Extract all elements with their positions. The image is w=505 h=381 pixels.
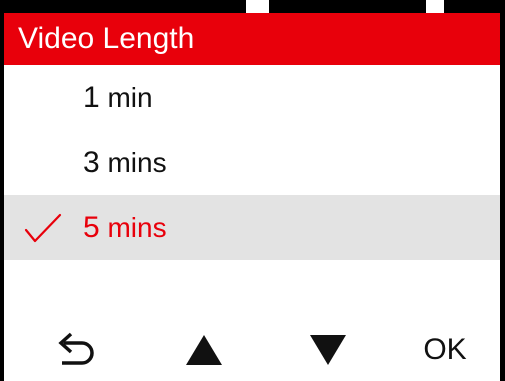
down-triangle-icon <box>310 334 346 365</box>
back-button[interactable] <box>48 318 108 381</box>
page-title: Video Length <box>18 22 195 55</box>
option-1-min[interactable]: 1 min <box>4 65 500 130</box>
back-arrow-icon <box>58 332 94 365</box>
option-3-mins[interactable]: 3 mins <box>4 130 500 195</box>
option-unit: mins <box>99 211 167 243</box>
option-unit: mins <box>99 146 167 178</box>
option-number: 5 <box>83 210 100 244</box>
option-label: 1 min <box>83 80 153 114</box>
top-border <box>0 0 505 13</box>
option-label: 3 mins <box>83 145 167 179</box>
top-border-gap <box>246 0 269 13</box>
menu-header: Video Length <box>4 13 500 65</box>
option-5-mins[interactable]: 5 mins <box>4 195 500 260</box>
right-border <box>500 0 505 381</box>
ok-button[interactable]: OK <box>410 318 480 381</box>
video-length-options: 1 min 3 mins 5 mins <box>4 65 500 260</box>
checkmark-icon <box>24 213 62 243</box>
up-button[interactable] <box>176 318 232 381</box>
down-button[interactable] <box>300 318 356 381</box>
option-label: 5 mins <box>83 210 167 244</box>
option-number: 1 <box>83 80 100 114</box>
top-border-gap <box>426 0 444 13</box>
up-triangle-icon <box>186 334 222 365</box>
option-number: 3 <box>83 145 100 179</box>
button-hint-bar: OK <box>4 318 500 381</box>
ok-label: OK <box>423 332 467 366</box>
camera-menu-screen: Video Length 1 min 3 mins 5 mins OK <box>0 0 505 381</box>
option-unit: min <box>99 81 153 113</box>
